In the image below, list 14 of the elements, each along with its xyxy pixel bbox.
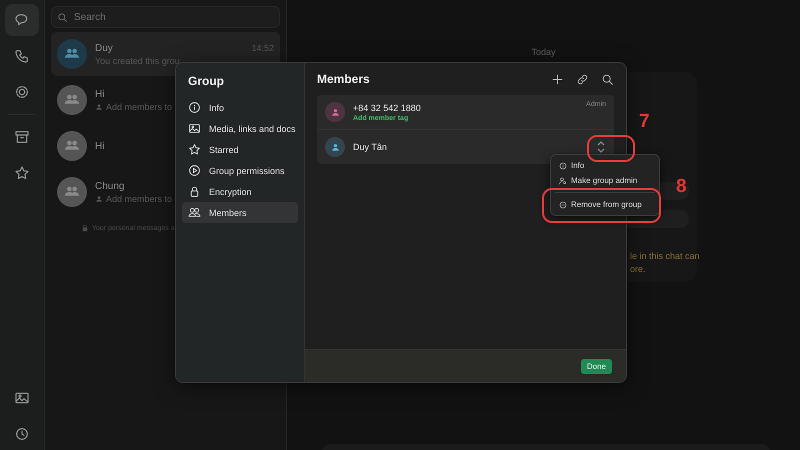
member-name: Duy Tân: [353, 142, 388, 152]
notice-text: le in this chat can ore.: [630, 250, 700, 276]
chat-preview: Add members to: [106, 102, 172, 112]
annotation-number: 8: [676, 176, 687, 198]
chat-name: Chung: [95, 180, 124, 192]
chat-preview: Add members to: [106, 194, 172, 204]
chat-name: Duy: [95, 42, 113, 54]
annotation-number: 7: [639, 111, 650, 133]
chat-name: Hi: [95, 140, 104, 152]
chat-name: Hi: [95, 88, 104, 100]
member-name: +84 32 542 1880: [353, 102, 422, 112]
panel-title: Members: [317, 72, 371, 86]
date-label: Today: [531, 47, 556, 57]
dialog-title: Group: [188, 74, 225, 88]
